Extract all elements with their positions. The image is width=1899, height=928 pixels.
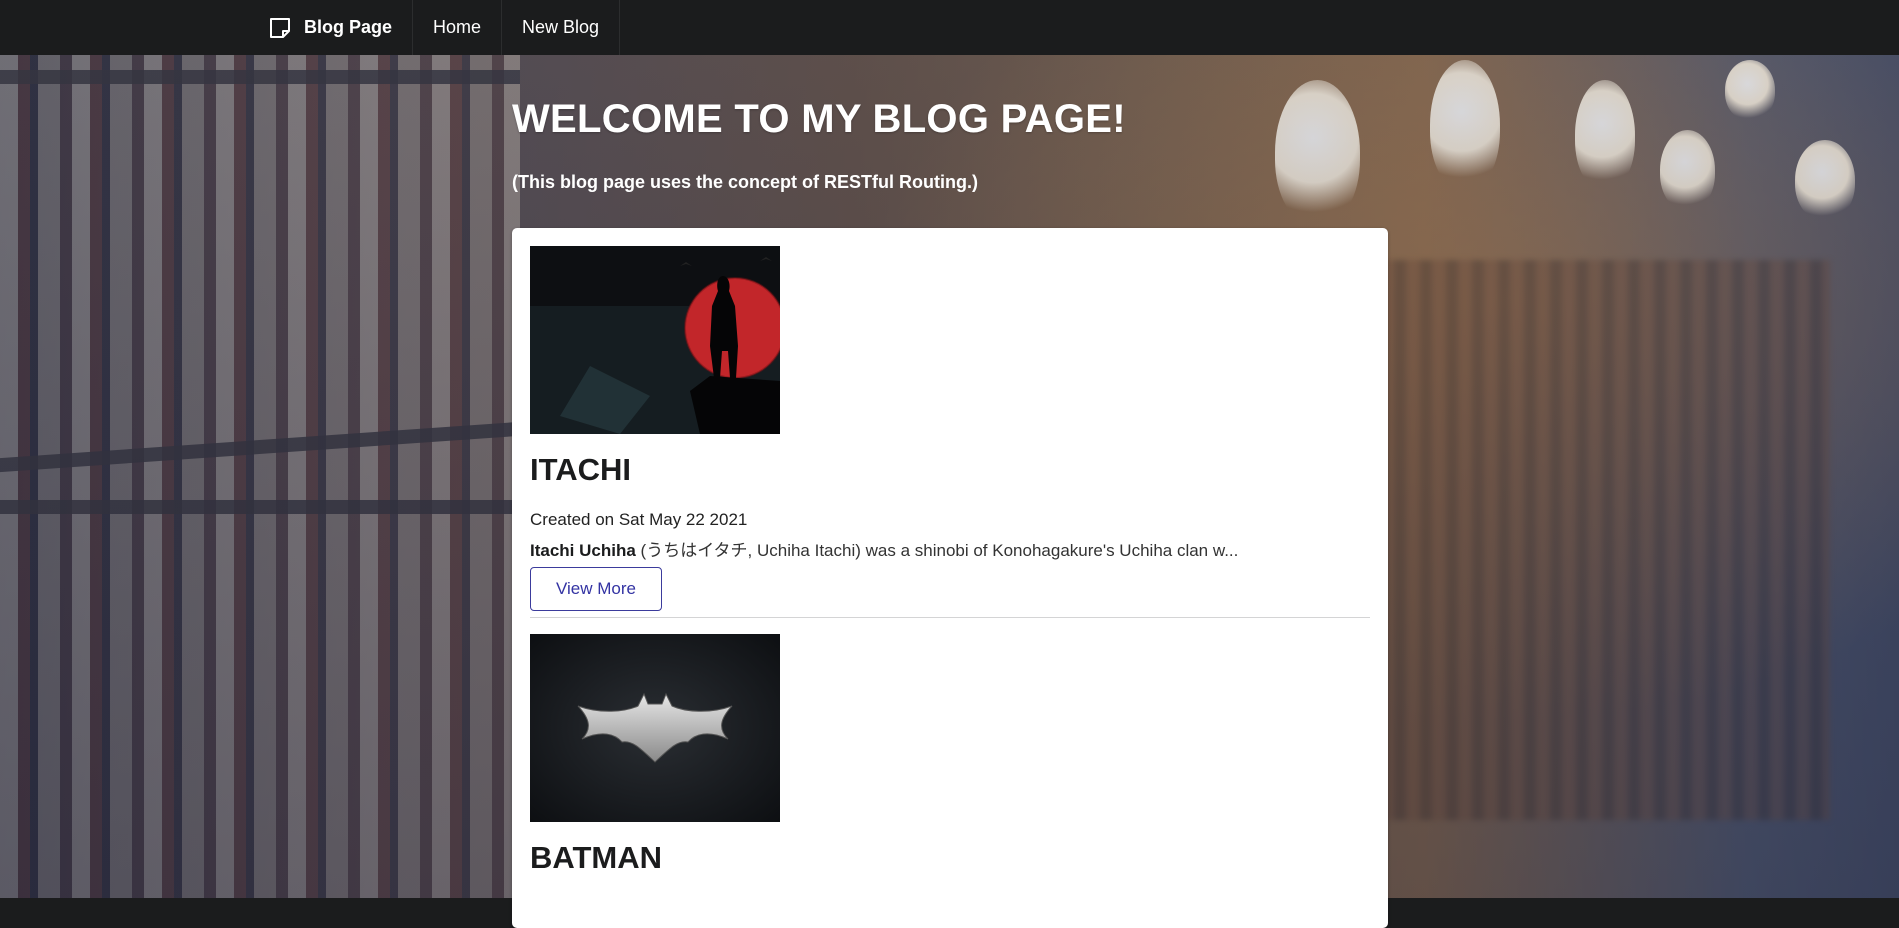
page-title: WELCOME TO MY BLOG PAGE!	[512, 97, 1126, 141]
nav-home-link[interactable]: Home	[413, 0, 503, 55]
sticky-note-icon	[268, 16, 292, 40]
main-container: WELCOME TO MY BLOG PAGE! (This blog page…	[512, 55, 1388, 928]
nav-brand[interactable]: Blog Page	[250, 0, 414, 55]
top-navbar: Blog Page Home New Blog	[0, 0, 1899, 55]
blog-post-item: BATMAN	[530, 634, 1370, 876]
nav-new-blog-link[interactable]: New Blog	[502, 0, 621, 55]
post-snippet-text: (うちはイタチ, Uchiha Itachi) was a shinobi of…	[635, 541, 1239, 560]
post-title[interactable]: BATMAN	[530, 840, 1370, 876]
view-more-button[interactable]: View More	[530, 567, 662, 611]
nav-brand-label: Blog Page	[304, 17, 393, 37]
post-snippet: Itachi Uchiha (うちはイタチ, Uchiha Itachi) wa…	[530, 536, 1370, 561]
blog-post-item: ITACHI Created on Sat May 22 2021 Itachi…	[530, 246, 1370, 611]
itachi-image	[530, 246, 780, 434]
blog-list-card: ITACHI Created on Sat May 22 2021 Itachi…	[512, 228, 1388, 928]
post-created-date: Created on Sat May 22 2021	[530, 510, 748, 529]
post-divider	[530, 617, 1370, 618]
post-snippet-bold: Itachi Uchiha	[530, 541, 636, 560]
page-subtitle: (This blog page uses the concept of REST…	[512, 172, 978, 192]
post-title[interactable]: ITACHI	[530, 452, 1370, 488]
batman-image	[530, 634, 780, 822]
